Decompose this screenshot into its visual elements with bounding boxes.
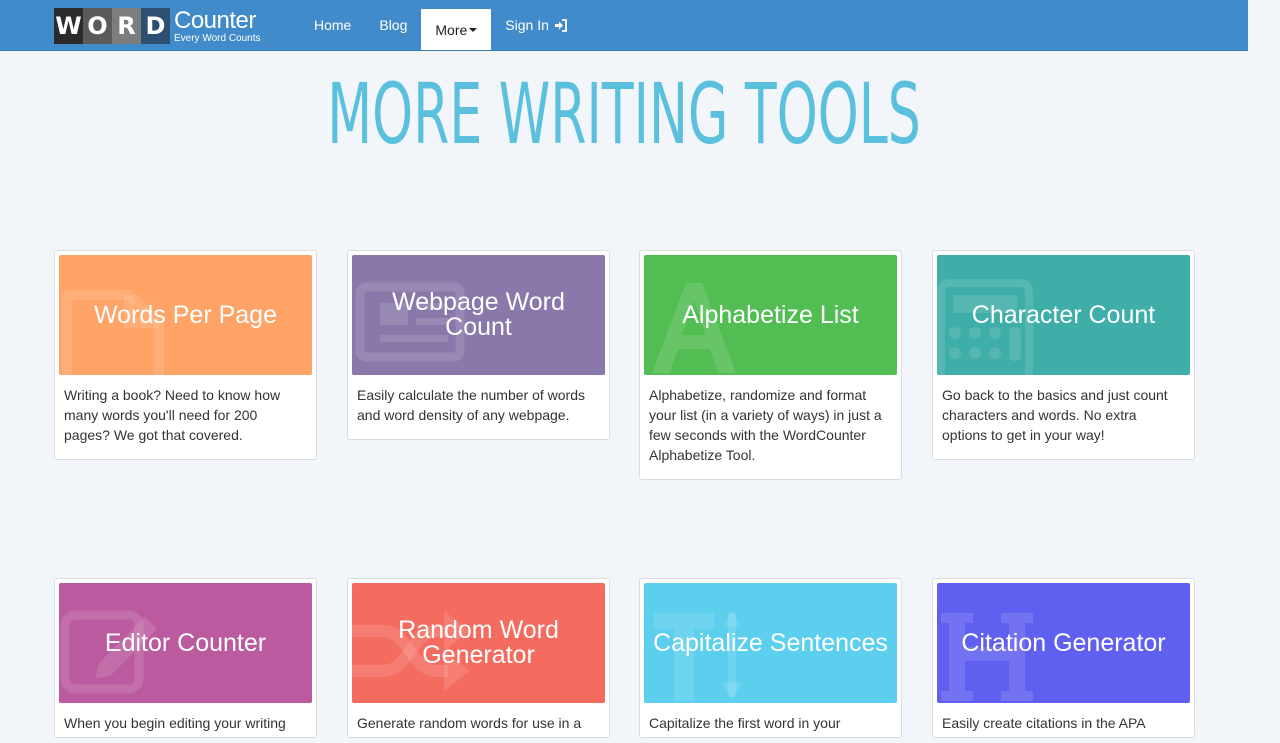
tool-card-random-word-generator[interactable]: Random Word Generator Generate random wo… [347,578,610,738]
tool-card-citation-generator[interactable]: Citation Generator Easily create citatio… [932,578,1195,738]
card-banner: Alphabetize List [644,255,897,375]
tool-card-words-per-page[interactable]: Words Per Page Writing a book? Need to k… [54,250,317,460]
logo-letter-o: O [83,8,112,44]
card-title: Alphabetize List [682,300,859,329]
card-description: Writing a book? Need to know how many wo… [64,387,281,443]
nav-blog-label: Blog [379,17,408,33]
tool-card-capitalize-sentences[interactable]: Capitalize Sentences Capitalize the firs… [639,578,902,738]
logo-letter-r: R [112,8,141,44]
logo-main-text: Counter [174,6,256,34]
tool-card-webpage-word-count[interactable]: Webpage Word Count Easily calculate the … [347,250,610,440]
tool-card-character-count[interactable]: Character Count Go back to the basics an… [932,250,1195,460]
card-description: When you begin editing your writing [64,715,286,731]
card-title: Webpage Word Count [392,288,565,341]
tool-card-alphabetize-list[interactable]: Alphabetize List Alphabetize, randomize … [639,250,902,480]
card-title: Words Per Page [94,300,277,329]
card-title: Random Word Generator [398,616,559,669]
card-description: Go back to the basics and just count cha… [942,387,1168,443]
card-title: Editor Counter [104,628,267,657]
nav-more-label: More [435,21,468,38]
card-description: Alphabetize, randomize and format your l… [649,387,882,463]
logo-letter-d: D [141,8,170,44]
nav-menu: Home Blog More Sign In [300,0,582,50]
nav-signin-link[interactable]: Sign In [491,0,582,50]
nav-home-label: Home [314,17,352,33]
nav-blog-link[interactable]: Blog [365,0,421,50]
card-banner: Character Count [937,255,1190,375]
card-banner: Webpage Word Count [352,255,605,375]
card-description: Easily calculate the number of words and… [357,387,585,423]
card-banner: Random Word Generator [352,583,605,703]
sign-in-icon [554,18,568,32]
site-logo[interactable]: W O R D Counter Every Word Counts [54,8,261,44]
card-banner: Citation Generator [937,583,1190,703]
card-description: Generate random words for use in a [357,715,582,731]
nav-more-dropdown[interactable]: More [421,9,492,50]
nav-signin-label: Sign In [505,17,549,33]
card-title: Capitalize Sentences [653,628,888,657]
nav-home-link[interactable]: Home [300,0,365,50]
top-navbar: W O R D Counter Every Word Counts Home B… [0,0,1248,51]
logo-text: Counter Every Word Counts [174,8,261,44]
logo-letter-w: W [54,8,83,44]
tool-card-editor-counter[interactable]: Editor Counter When you begin editing yo… [54,578,317,738]
caret-down-icon [469,27,478,32]
logo-tagline: Every Word Counts [174,32,261,44]
card-description: Easily create citations in the APA [942,715,1146,731]
card-banner: Capitalize Sentences [644,583,897,703]
card-title: Citation Generator [961,628,1166,657]
card-banner: Editor Counter [59,583,312,703]
card-banner: Words Per Page [59,255,312,375]
page-title: MORE WRITING TOOLS [327,65,921,163]
card-description: Capitalize the first word in your [649,715,841,731]
card-title: Character Count [971,300,1156,329]
